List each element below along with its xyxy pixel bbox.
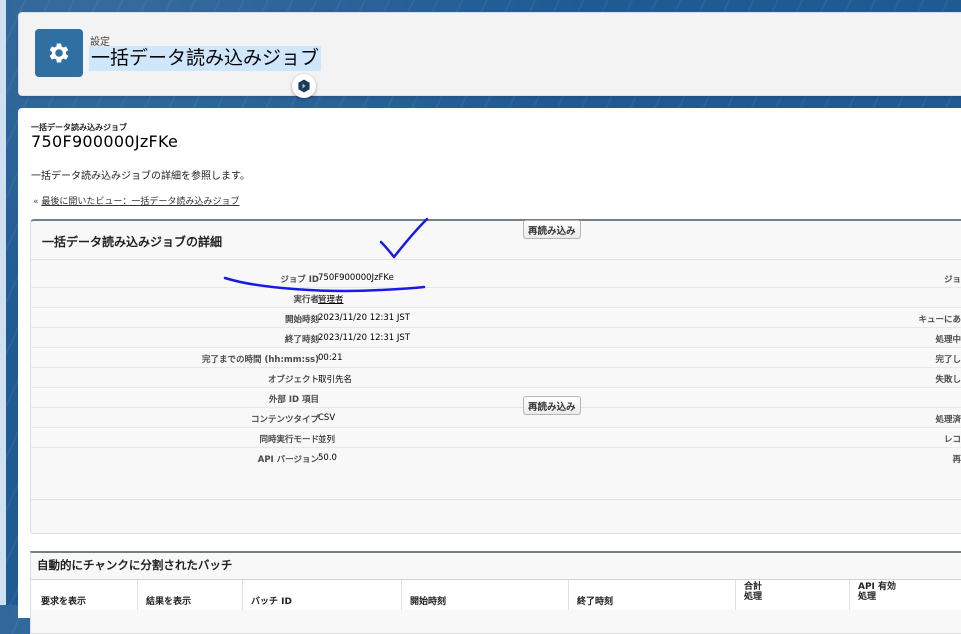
- field-row-start-time: 開始時刻 2023/11/20 12:31 JST キューにあ: [31, 307, 961, 328]
- col-header-view-request: 要求を表示: [41, 597, 87, 607]
- field-row-created-by: 実行者 管理者: [31, 287, 961, 308]
- batch-section: 自動的にチャンクに分割されたバッチ 要求を表示 結果を表示 バッチ ID 開始時…: [30, 551, 961, 634]
- field-label: ジョブ ID: [280, 275, 319, 285]
- col-divider: [735, 580, 736, 610]
- field-label: 開始時刻: [284, 315, 319, 325]
- field-value: 50.0: [318, 453, 337, 463]
- setup-header: 設定 一括データ読み込みジョブ: [18, 12, 961, 96]
- col-header-api-processed: API 有効 処理: [858, 582, 897, 602]
- back-link-text[interactable]: 最後に開いたビュー：一括データ読み込みジョブ: [41, 197, 239, 207]
- reload-button-bottom[interactable]: 再読み込み: [523, 396, 581, 415]
- reload-button-top[interactable]: 再読み込み: [523, 220, 581, 239]
- helper-bot-icon[interactable]: [292, 74, 316, 98]
- right-column-label: 再: [952, 455, 961, 465]
- field-row-external-id: 外部 ID 項目: [31, 387, 961, 408]
- field-label: 外部 ID 項目: [268, 395, 319, 405]
- col-header-view-result: 結果を表示: [146, 597, 192, 607]
- page-description: 一括データ読み込みジョブの詳細を参照します。: [31, 171, 250, 182]
- field-value: 00:21: [318, 353, 343, 363]
- field-label: コンテンツタイプ: [250, 415, 319, 425]
- main-panel: 一括データ読み込みジョブ 750F900000JzFKe 一括データ読み込みジョ…: [18, 108, 961, 634]
- record-id-heading: 750F900000JzFKe: [31, 132, 179, 151]
- field-row-duration: 完了までの時間 (hh:mm:ss) 00:21 完了し: [31, 347, 961, 368]
- field-row-content-type: コンテンツタイプ CSV 処理済: [31, 407, 961, 428]
- field-row-concurrency-mode: 同時実行モード 並列 レコ: [31, 427, 961, 448]
- col-divider: [849, 580, 850, 610]
- field-row-api-version: API バージョン 50.0 再: [31, 447, 961, 467]
- right-column-label: 処理中: [935, 335, 961, 345]
- field-label: API バージョン: [257, 455, 319, 465]
- field-label: 完了までの時間 (hh:mm:ss): [202, 355, 319, 365]
- col-header-end-time: 終了時刻: [577, 597, 614, 607]
- field-label: 実行者: [293, 295, 319, 305]
- col-divider: [242, 580, 243, 610]
- col-header-start-time: 開始時刻: [410, 597, 447, 607]
- field-label: 同時実行モード: [259, 435, 319, 445]
- right-column-label: 完了し: [935, 355, 961, 365]
- field-row-object: オブジェクト 取引先名 失敗し: [31, 367, 961, 388]
- batch-table-header: 要求を表示 結果を表示 バッチ ID 開始時刻 終了時刻 合計 処理 API 有…: [31, 579, 961, 610]
- right-column-label: キューにあ: [918, 315, 961, 325]
- col-header-total-processed: 合計 処理: [744, 582, 763, 602]
- page-title: 一括データ読み込みジョブ: [89, 46, 322, 71]
- col-divider: [137, 580, 138, 610]
- background-strip: [0, 0, 6, 605]
- field-value: 750F900000JzFKe: [318, 273, 394, 283]
- col-divider: [401, 580, 402, 610]
- field-row-job-id: ジョブ ID 750F900000JzFKe ジョ: [31, 267, 961, 288]
- section-title: 一括データ読み込みジョブの詳細: [42, 235, 223, 249]
- field-value: 取引先名: [318, 375, 353, 385]
- col-divider: [568, 580, 569, 610]
- field-label: 終了時刻: [284, 335, 319, 345]
- field-value: CSV: [318, 413, 336, 423]
- col-header-batch-id: バッチ ID: [251, 597, 292, 607]
- right-column-label: ジョ: [943, 275, 961, 285]
- gear-icon: [35, 29, 83, 77]
- right-column-label: 処理済: [935, 415, 961, 425]
- field-value: 2023/11/20 12:31 JST: [318, 313, 410, 323]
- field-row-end-time: 終了時刻 2023/11/20 12:31 JST 処理中: [31, 327, 961, 348]
- field-label: オブジェクト: [267, 375, 319, 385]
- back-to-list-link[interactable]: « 最後に開いたビュー：一括データ読み込みジョブ: [33, 194, 239, 207]
- right-column-label: レコ: [943, 435, 961, 445]
- field-value: 並列: [318, 435, 336, 445]
- batch-section-title: 自動的にチャンクに分割されたバッチ: [37, 558, 233, 572]
- right-column-label: 失敗し: [935, 375, 961, 385]
- section-divider: [31, 259, 961, 260]
- section-divider: [31, 499, 961, 500]
- job-detail-section: 一括データ読み込みジョブの詳細 ジョブ ID 750F900000JzFKe ジ…: [30, 219, 961, 534]
- field-value: 2023/11/20 12:31 JST: [318, 333, 410, 343]
- user-link[interactable]: 管理者: [318, 293, 344, 305]
